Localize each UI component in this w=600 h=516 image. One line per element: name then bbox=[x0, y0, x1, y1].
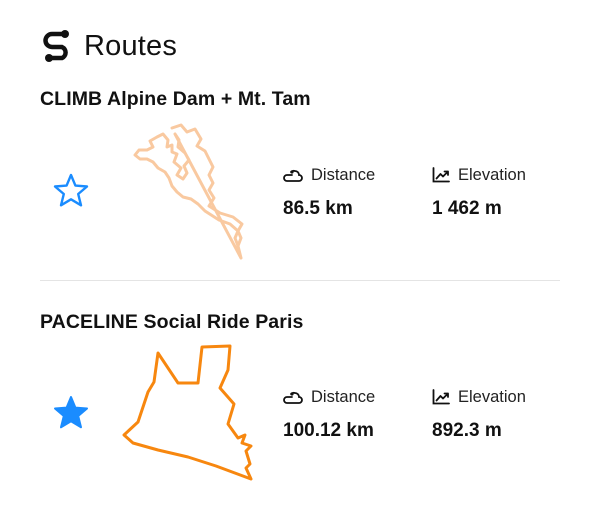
star-outline-icon[interactable] bbox=[52, 172, 90, 210]
elevation-stat: Elevation 1 462 m bbox=[432, 164, 526, 220]
page-title: Routes bbox=[84, 29, 178, 62]
route-name[interactable]: CLIMB Alpine Dam + Mt. Tam bbox=[40, 88, 560, 111]
distance-icon bbox=[283, 391, 303, 404]
elevation-label: Elevation bbox=[458, 387, 526, 406]
elevation-trend-icon bbox=[432, 167, 450, 183]
star-filled-icon[interactable] bbox=[52, 394, 90, 432]
elevation-label: Elevation bbox=[458, 165, 526, 184]
divider bbox=[40, 280, 560, 281]
elevation-trend-icon bbox=[432, 389, 450, 405]
distance-label: Distance bbox=[311, 165, 376, 184]
route-map-thumbnail bbox=[133, 123, 244, 260]
elevation-value: 1 462 m bbox=[432, 198, 502, 219]
distance-value: 86.5 km bbox=[283, 198, 353, 219]
route-logo-icon bbox=[43, 30, 69, 62]
distance-value: 100.12 km bbox=[283, 420, 374, 441]
elevation-stat: Elevation 892.3 m bbox=[432, 386, 526, 442]
route-name[interactable]: PACELINE Social Ride Paris bbox=[40, 311, 560, 334]
distance-stat: Distance 86.5 km bbox=[283, 164, 375, 220]
routes-header: Routes bbox=[40, 26, 177, 66]
distance-stat: Distance 100.12 km bbox=[283, 386, 375, 442]
distance-label: Distance bbox=[311, 387, 376, 406]
elevation-value: 892.3 m bbox=[432, 420, 502, 441]
distance-icon bbox=[283, 169, 303, 182]
route-map-thumbnail bbox=[122, 344, 253, 481]
